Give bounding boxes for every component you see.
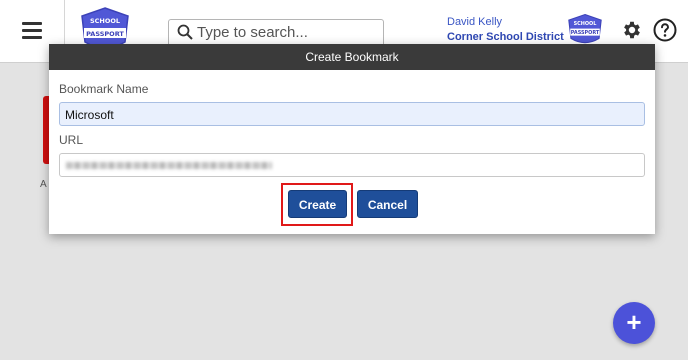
logo-text-bottom: PASSPORT	[86, 30, 124, 38]
search-icon	[177, 24, 193, 45]
create-bookmark-dialog: Create Bookmark Bookmark Name Microsoft …	[49, 44, 655, 234]
redacted-url-value	[66, 162, 272, 169]
district-logo: SCHOOL PASSPORT	[566, 13, 604, 47]
search-input[interactable]: Type to search...	[168, 19, 384, 47]
search-placeholder: Type to search...	[197, 24, 308, 41]
url-label: URL	[59, 133, 84, 147]
create-button[interactable]: Create	[288, 190, 347, 218]
cancel-button[interactable]: Cancel	[357, 190, 418, 218]
district-logo-text-bottom: PASSPORT	[571, 30, 600, 36]
menu-icon[interactable]	[22, 22, 42, 40]
help-icon[interactable]	[653, 18, 677, 47]
bookmark-name-label: Bookmark Name	[59, 82, 149, 96]
url-input[interactable]	[59, 153, 645, 177]
gear-icon[interactable]	[621, 19, 643, 46]
district-logo-text-top: SCHOOL	[574, 21, 597, 27]
district-name[interactable]: Corner School District	[447, 31, 564, 43]
logo-text-top: SCHOOL	[90, 17, 120, 25]
add-button[interactable]: +	[613, 302, 655, 344]
bookmark-name-input[interactable]: Microsoft	[59, 102, 645, 126]
dialog-title: Create Bookmark	[49, 44, 655, 70]
user-name[interactable]: David Kelly	[447, 16, 502, 28]
background-partial-label: A	[40, 179, 47, 190]
